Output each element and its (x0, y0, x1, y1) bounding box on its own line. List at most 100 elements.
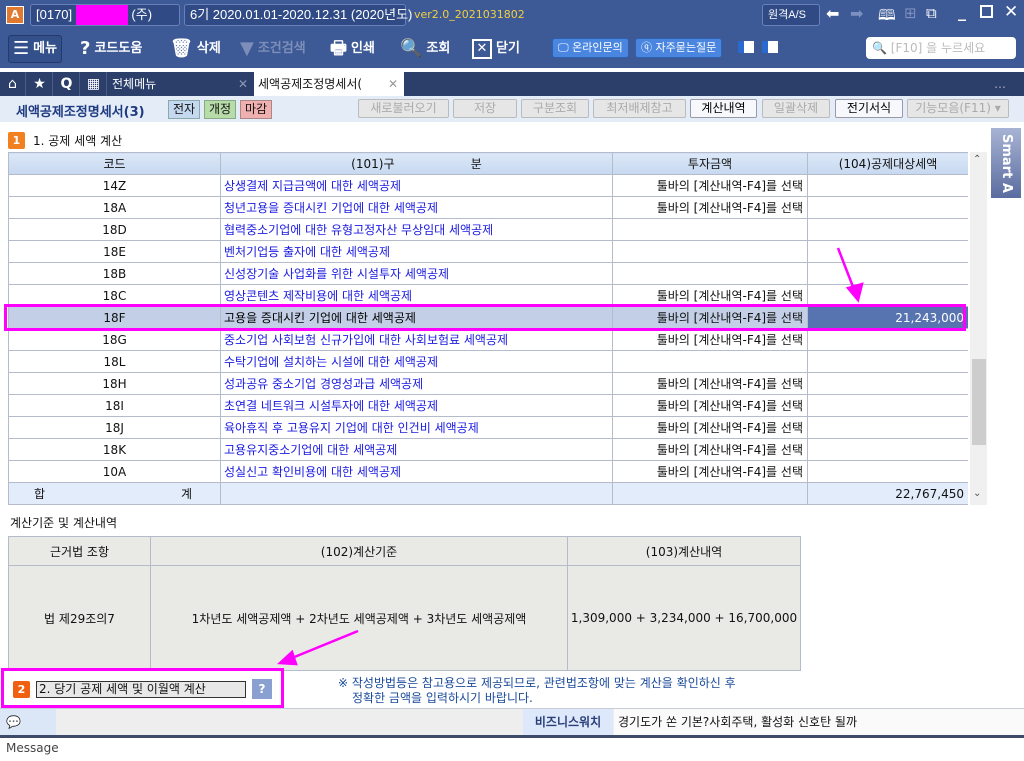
prior-form-button[interactable]: 전기서식 (835, 99, 903, 118)
bulk-delete-button[interactable]: 일괄삭제 (762, 99, 830, 118)
reload-button[interactable]: 새로불러오기 (358, 99, 449, 118)
back-arrow-icon[interactable]: ⬅ (826, 4, 839, 23)
row-credit-amount[interactable] (807, 196, 968, 219)
scroll-down-icon[interactable]: ⌄ (973, 488, 981, 499)
col-header-category[interactable]: (101)구 분 (220, 152, 613, 175)
row-credit-amount[interactable] (807, 174, 968, 197)
row-code[interactable]: 18B (8, 262, 221, 285)
row-code[interactable]: 18I (8, 394, 221, 417)
table-row[interactable]: 18H 성과공유 중소기업 경영성과급 세액공제 툴바의 [계산내역-F4]를 선택 (8, 372, 968, 395)
row-credit-amount[interactable] (807, 350, 968, 373)
window-switch-icon[interactable]: ⧉ (926, 4, 937, 22)
row-credit-amount[interactable] (807, 218, 968, 241)
row-code[interactable]: 18D (8, 218, 221, 241)
row-investment[interactable] (612, 262, 808, 285)
row-investment[interactable]: 툴바의 [계산내역-F4]를 선택 (612, 438, 808, 461)
scroll-up-icon[interactable]: ⌃ (973, 154, 981, 165)
scroll-thumb[interactable] (972, 359, 986, 445)
period-selector[interactable]: 6기 2020.01.01-2020.12.31 (2020년도) (184, 4, 412, 26)
tab-tax-credit[interactable]: 세액공제조정명세서(✕ (254, 72, 404, 96)
row-category[interactable]: 벤처기업등 출자에 대한 세액공제 (220, 240, 613, 263)
row-investment[interactable]: 툴바의 [계산내역-F4]를 선택 (612, 460, 808, 483)
quick-q-icon[interactable]: Q (54, 72, 80, 96)
minimize-icon[interactable]: _ (958, 2, 966, 21)
grid-icon[interactable]: ⊞ (904, 4, 917, 22)
table-row[interactable]: 18G 중소기업 사회보험 신규가입에 대한 사회보험료 세액공제 툴바의 [계산내… (8, 328, 968, 351)
row-category[interactable]: 신성장기술 사업화를 위한 시설투자 세액공제 (220, 262, 613, 285)
print-button[interactable]: 🖶 인쇄 (330, 35, 375, 63)
tab-close-icon[interactable]: ✕ (238, 72, 248, 96)
col-header-code[interactable]: 코드 (8, 152, 221, 175)
row-category[interactable]: 중소기업 사회보험 신규가입에 대한 사회보험료 세액공제 (220, 328, 613, 351)
table-row[interactable]: 18D 협력중소기업에 대한 유형고정자산 무상임대 세액공제 (8, 218, 968, 241)
row-category[interactable]: 성실신고 확인비용에 대한 세액공제 (220, 460, 613, 483)
delete-button[interactable]: 🗑 삭제 (170, 35, 221, 63)
badge-revision[interactable]: 개정 (204, 100, 236, 119)
row-category[interactable]: 초연결 네트워크 시설투자에 대한 세액공제 (220, 394, 613, 417)
row-credit-amount[interactable] (807, 328, 968, 351)
row-credit-amount[interactable] (807, 416, 968, 439)
min-exclusion-button[interactable]: 최저배제참고 (593, 99, 686, 118)
book-icon[interactable]: 🕮 (878, 5, 896, 30)
remote-as-button[interactable]: 원격A/S (762, 4, 820, 26)
star-icon[interactable]: ★ (27, 72, 53, 96)
functions-dropdown[interactable]: 기능모음(F11) ▾ (907, 99, 1009, 118)
row-code[interactable]: 18J (8, 416, 221, 439)
faq-button[interactable]: ⓠ 자주묻는질문 (635, 38, 723, 58)
row-credit-amount[interactable] (807, 438, 968, 461)
category-search-button[interactable]: 구분조회 (521, 99, 589, 118)
news-ticker[interactable]: 경기도가 쏜 기본?사회주택, 활성화 신호탄 될까 (614, 709, 1024, 737)
calendar-icon[interactable]: ▦ (81, 72, 107, 96)
row-investment[interactable]: 툴바의 [계산내역-F4]를 선택 (612, 416, 808, 439)
row-category[interactable]: 육아휴직 후 고용유지 기업에 대한 인건비 세액공제 (220, 416, 613, 439)
table-row[interactable]: 18J 육아휴직 후 고용유지 기업에 대한 인건비 세액공제 툴바의 [계산내역-… (8, 416, 968, 439)
badge-electronic[interactable]: 전자 (168, 100, 200, 119)
table-row[interactable]: 10A 성실신고 확인비용에 대한 세액공제 툴바의 [계산내역-F4]를 선택 (8, 460, 968, 483)
filter-button[interactable]: ▼ 조건검색 (240, 35, 306, 63)
row-investment[interactable]: 툴바의 [계산내역-F4]를 선택 (612, 372, 808, 395)
home-icon[interactable]: ⌂ (0, 72, 26, 96)
table-row[interactable]: 18B 신성장기술 사업화를 위한 시설투자 세액공제 (8, 262, 968, 285)
save-button[interactable]: 저장 (453, 99, 517, 118)
col-header-credit-amount[interactable]: (104)공제대상세액 (807, 152, 968, 175)
code-help-button[interactable]: ? 코드도움 (80, 35, 142, 63)
row-credit-amount[interactable] (807, 262, 968, 285)
smart-a-panel-tab[interactable]: Smart A (991, 128, 1021, 198)
badge-close[interactable]: 마감 (240, 100, 272, 119)
row-credit-amount[interactable] (807, 240, 968, 263)
forward-arrow-icon[interactable]: ➡ (850, 4, 863, 23)
layout-icon-2[interactable] (762, 41, 778, 53)
more-tabs-icon[interactable]: … (994, 72, 1006, 96)
tab-close-icon[interactable]: ✕ (388, 72, 398, 96)
table-row[interactable]: 18E 벤처기업등 출자에 대한 세액공제 (8, 240, 968, 263)
row-credit-amount[interactable] (807, 394, 968, 417)
row-code[interactable]: 18K (8, 438, 221, 461)
table-row[interactable]: 18L 수탁기업에 설치하는 시설에 대한 세액공제 (8, 350, 968, 373)
row-code[interactable]: 10A (8, 460, 221, 483)
row-category[interactable]: 청년고용을 증대시킨 기업에 대한 세액공제 (220, 196, 613, 219)
row-credit-amount[interactable] (807, 372, 968, 395)
row-investment[interactable]: 툴바의 [계산내역-F4]를 선택 (612, 196, 808, 219)
row-category[interactable]: 수탁기업에 설치하는 시설에 대한 세액공제 (220, 350, 613, 373)
maximize-icon[interactable] (980, 5, 993, 18)
row-code[interactable]: 18E (8, 240, 221, 263)
row-code[interactable]: 18A (8, 196, 221, 219)
search-button[interactable]: 🔍 조회 (400, 35, 450, 63)
menu-search-input[interactable]: 🔍 [F10] 을 누르세요 (866, 37, 1016, 59)
message-button[interactable]: 💬 Message (0, 709, 59, 755)
row-investment[interactable]: 툴바의 [계산내역-F4]를 선택 (612, 174, 808, 197)
online-inquiry-button[interactable]: 🖵 온라인문의 (552, 38, 629, 58)
table-row[interactable]: 18A 청년고용을 증대시킨 기업에 대한 세액공제 툴바의 [계산내역-F4]를 … (8, 196, 968, 219)
close-button[interactable]: ✕ 닫기 (472, 35, 520, 63)
table-row[interactable]: 18I 초연결 네트워크 시설투자에 대한 세액공제 툴바의 [계산내역-F4]를 … (8, 394, 968, 417)
row-code[interactable]: 18H (8, 372, 221, 395)
row-category[interactable]: 상생결제 지급금액에 대한 세액공제 (220, 174, 613, 197)
row-code[interactable]: 18G (8, 328, 221, 351)
row-investment[interactable]: 툴바의 [계산내역-F4]를 선택 (612, 328, 808, 351)
section-2-title[interactable]: 2. 당기 공제 세액 및 이월액 계산 (36, 680, 246, 698)
row-code[interactable]: 14Z (8, 174, 221, 197)
row-category[interactable]: 고용유지중소기업에 대한 세액공제 (220, 438, 613, 461)
row-category[interactable]: 협력중소기업에 대한 유형고정자산 무상임대 세액공제 (220, 218, 613, 241)
row-credit-amount[interactable] (807, 460, 968, 483)
row-investment[interactable] (612, 218, 808, 241)
